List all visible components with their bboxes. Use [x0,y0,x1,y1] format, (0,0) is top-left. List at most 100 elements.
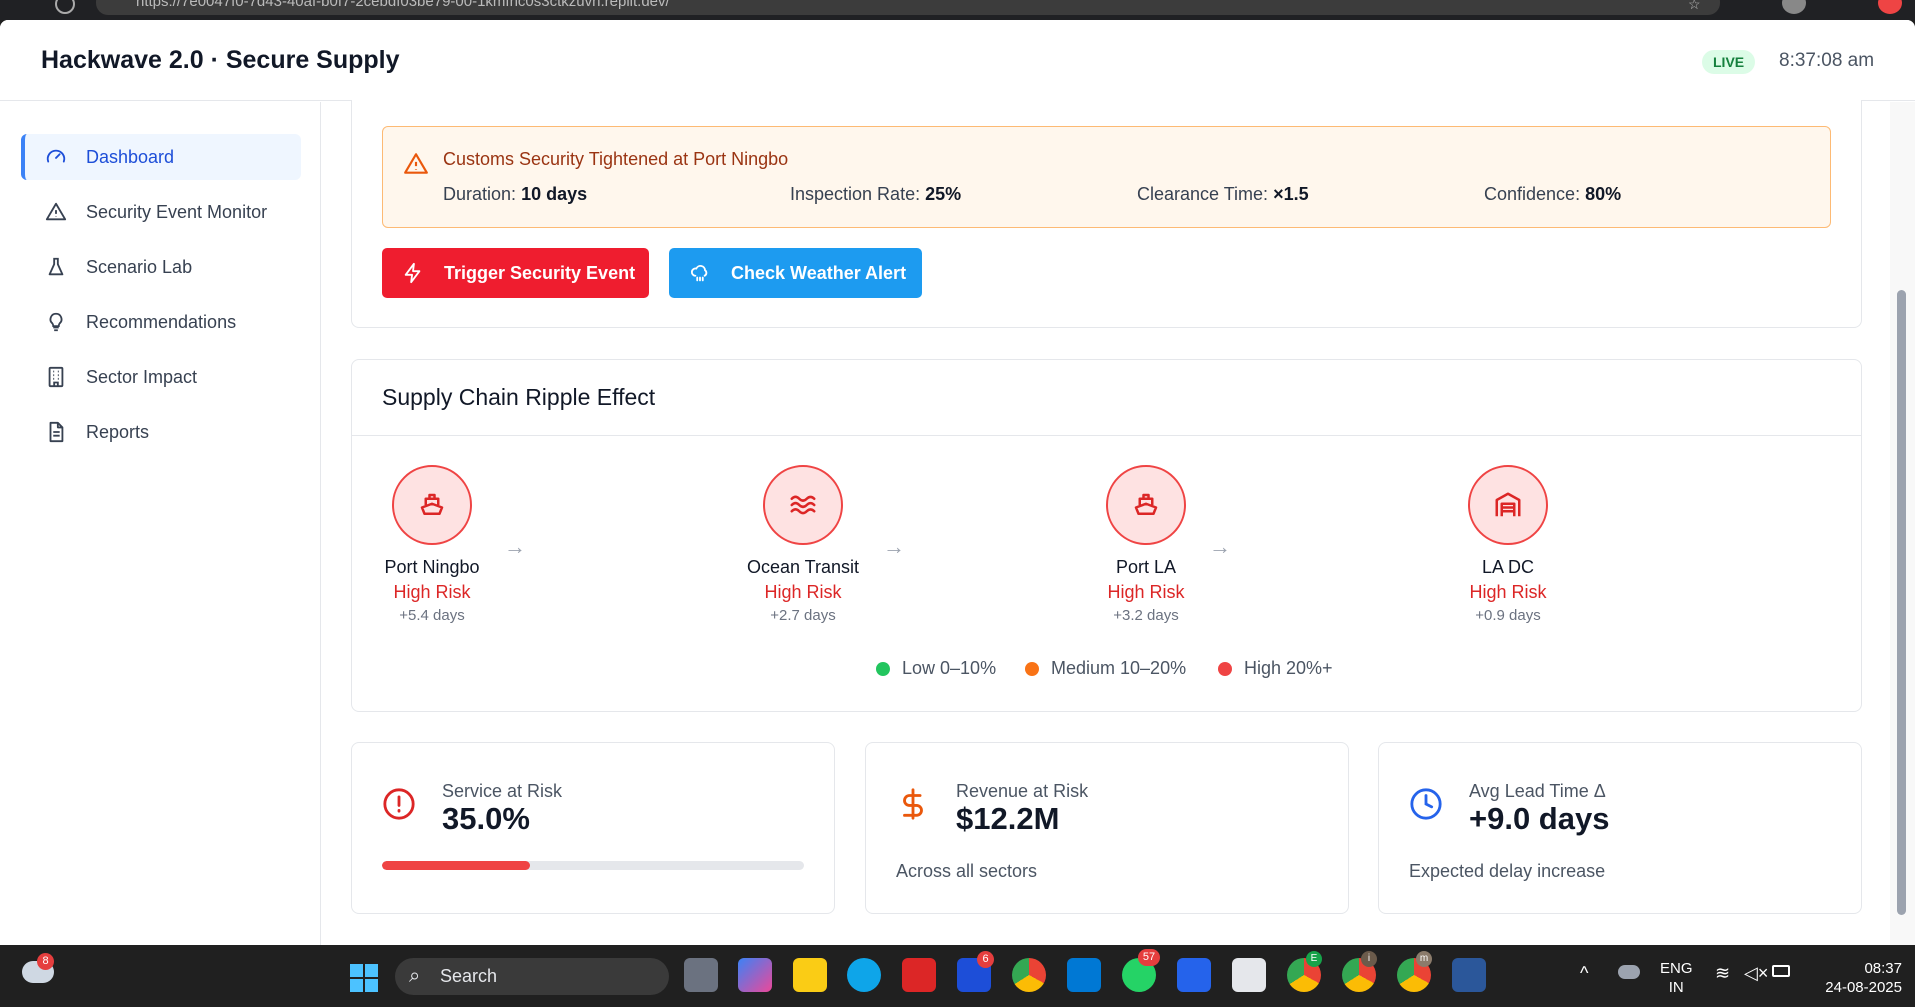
legend-dot [1025,661,1039,676]
sidebar-item-reports[interactable]: Reports [21,409,301,455]
ripple-node-ocean-transit: Ocean Transit High Risk +2.7 days [713,465,893,624]
metric-value: 80% [1585,184,1622,204]
legend-high: High 20%+ [1218,658,1333,679]
kpi-revenue-at-risk: Revenue at Risk $12.2M Across all sector… [865,742,1349,914]
metric-value: ×1.5 [1273,184,1309,204]
legend-label: Medium 10–20% [1051,658,1187,678]
node-days: +0.9 days [1475,607,1541,624]
metric-label: Clearance Time: [1137,184,1269,204]
task-view-icon[interactable] [684,958,718,992]
file-explorer-icon[interactable] [793,958,827,992]
copilot-icon[interactable] [738,958,772,992]
waves-icon [763,465,843,545]
sidebar-item-recommendations[interactable]: Recommendations [21,299,301,345]
main-scrollbar[interactable] [1890,102,1915,945]
progress-fill [382,861,530,870]
os-taskbar: 8 ⌕ Search 6 57 E i m ^ ENG IN ≋ ◁× 08:37… [0,945,1915,1007]
windows-start-icon[interactable] [350,964,378,992]
legend-dot [1218,661,1232,676]
alert-metric-duration: Duration: 10 days [443,184,587,205]
profile-badge: m [1416,951,1432,967]
sidebar-item-scenario-lab[interactable]: Scenario Lab [21,244,301,290]
edge-browser-icon[interactable] [847,958,881,992]
word-icon[interactable] [1452,958,1486,992]
search-label: Search [440,966,498,986]
arrow-right-icon: → [504,534,526,559]
node-days: +5.4 days [399,607,465,624]
kpi-service-at-risk: Service at Risk 35.0% [351,742,835,914]
sidebar-item-sector-impact[interactable]: Sector Impact [21,354,301,400]
kpi-subtitle: Expected delay increase [1409,861,1606,881]
notification-badge: 6 [977,951,994,968]
node-risk: High Risk [393,582,471,602]
document-icon [45,421,67,443]
sidebar-item-label: Recommendations [86,311,237,332]
kpi-label: Service at Risk [442,781,563,801]
chevron-up-icon[interactable]: ^ [1580,963,1588,984]
sidebar-item-security-event-monitor[interactable]: Security Event Monitor [21,189,301,235]
legend-low: Low 0–10% [876,658,996,679]
address-bar[interactable]: https://7e0047f0-7d43-40af-b0f7-2cebdf03… [96,0,1720,15]
clock-icon [1410,788,1442,820]
arrow-right-icon: → [883,534,905,559]
section-title: Supply Chain Ripple Effect [382,384,656,410]
node-risk: High Risk [1107,582,1185,602]
button-label: Check Weather Alert [731,262,907,283]
kpi-label: Avg Lead Time Δ [1469,781,1606,801]
battery-icon[interactable] [1772,965,1790,977]
button-label: Trigger Security Event [444,262,636,283]
clock: 8:37:08 am [1779,50,1875,71]
favorite-star-icon[interactable]: ☆ [1688,0,1701,13]
sidebar: Dashboard Security Event Monitor Scenari… [0,102,321,945]
cloud-rain-icon [690,265,708,282]
wifi-icon[interactable]: ≋ [1715,963,1730,984]
kpi-value: $12.2M [956,801,1060,836]
sidebar-item-label: Security Event Monitor [86,201,268,222]
scrollbar-thumb[interactable] [1897,290,1906,915]
profile-avatar[interactable] [1782,0,1806,14]
ripple-node-port-ningbo: Port Ningbo High Risk +5.4 days [342,465,522,624]
speaker-muted-icon[interactable]: ◁× [1744,963,1768,984]
alert-title: Customs Security Tightened at Port Ningb… [443,149,789,169]
sidebar-item-label: Reports [86,421,150,442]
profile-badge: i [1361,951,1377,967]
trigger-security-event-button[interactable]: Trigger Security Event [382,248,649,298]
onedrive-icon[interactable] [1618,965,1640,979]
extension-icon[interactable] [1878,0,1902,14]
node-days: +2.7 days [770,607,836,624]
kpi-value: +9.0 days [1469,801,1610,836]
legend-label: Low 0–10% [902,658,997,678]
gauge-icon [45,146,67,168]
taskbar-clock[interactable]: 08:37 24-08-2025 [1812,959,1902,997]
warning-icon [45,201,67,223]
mcafee-icon[interactable] [902,958,936,992]
photos-icon[interactable] [1177,958,1211,992]
reload-icon[interactable] [55,0,75,14]
vscode-icon[interactable] [1067,958,1101,992]
alert-circle-icon [383,788,415,820]
language-indicator[interactable]: ENG IN [1660,959,1693,997]
chrome-icon[interactable] [1012,958,1046,992]
check-weather-alert-button[interactable]: Check Weather Alert [669,248,922,298]
ship-icon [392,465,472,545]
node-risk: High Risk [1469,582,1547,602]
snipping-tool-icon[interactable] [1232,958,1266,992]
lightbulb-icon [45,311,67,333]
sidebar-item-label: Scenario Lab [86,256,193,277]
sidebar-item-label: Sector Impact [86,366,198,387]
metric-label: Duration: [443,184,517,204]
taskbar-search[interactable]: ⌕ Search [395,958,669,995]
metric-label: Confidence: [1484,184,1581,204]
dollar-icon [903,788,923,820]
sidebar-item-dashboard[interactable]: Dashboard [21,134,301,180]
node-name: Port Ningbo [384,557,480,577]
live-badge: LIVE [1702,50,1756,74]
building-icon [45,366,67,388]
region-code: IN [1668,979,1684,996]
node-name: Ocean Transit [746,557,860,577]
legend-label: High 20%+ [1244,658,1333,678]
node-days: +3.2 days [1113,607,1179,624]
kpi-avg-lead-time: Avg Lead Time Δ +9.0 days Expected delay… [1378,742,1862,914]
flask-icon [45,256,67,278]
search-icon: ⌕ [409,965,421,987]
